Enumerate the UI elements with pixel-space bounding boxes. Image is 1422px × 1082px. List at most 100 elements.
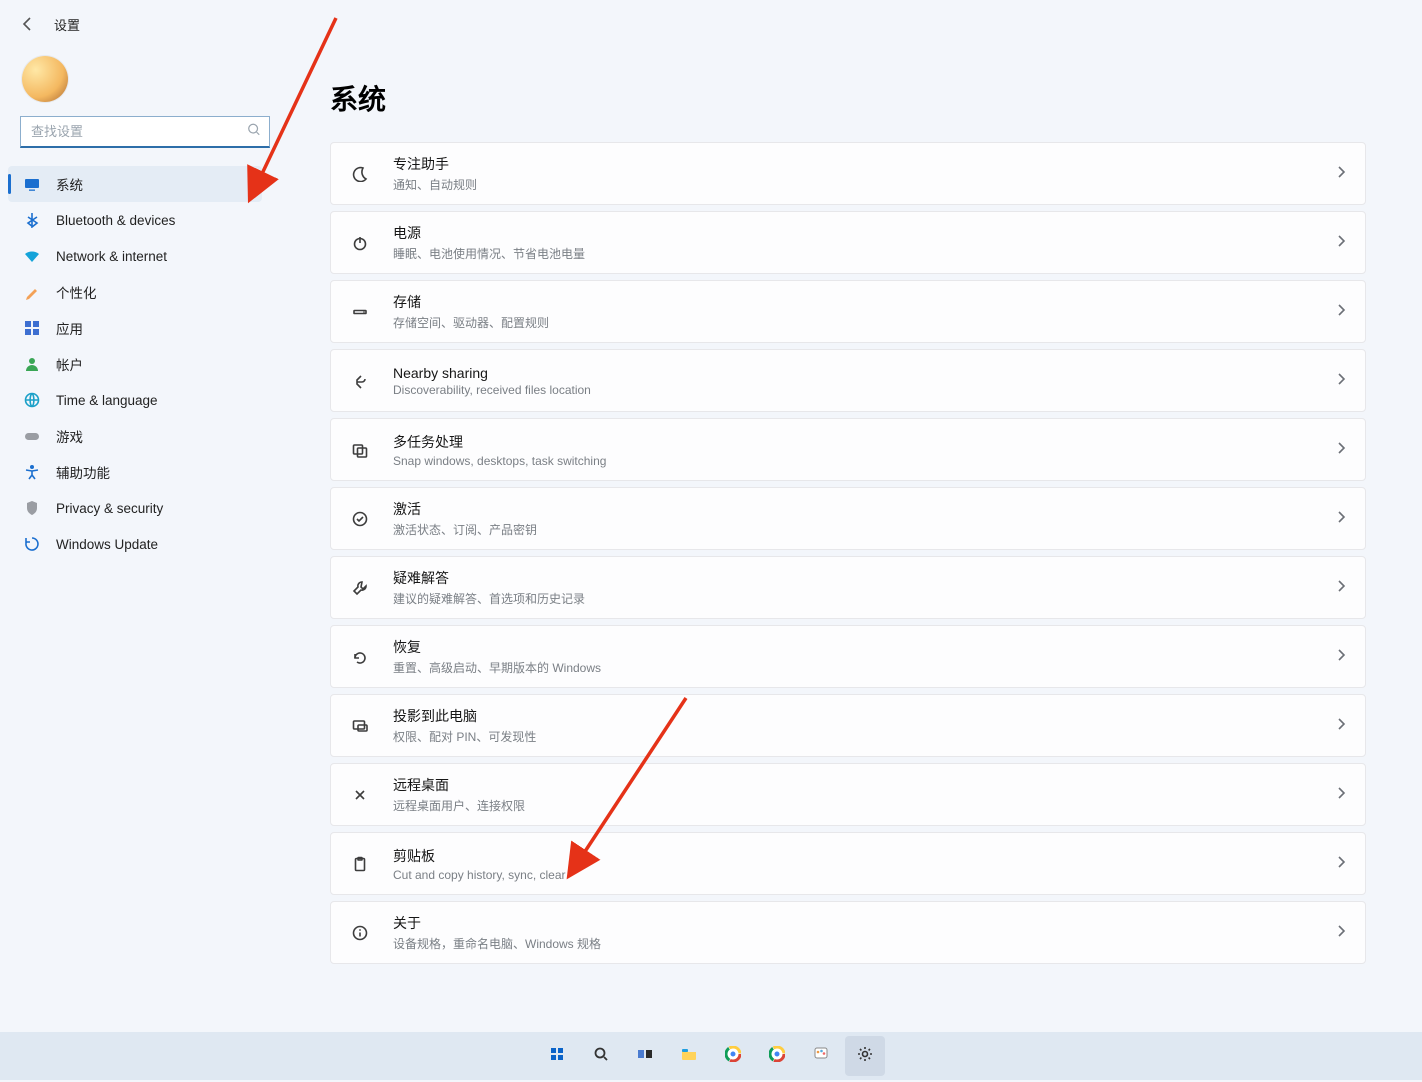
bluetooth-icon (24, 212, 40, 228)
taskbar-chrome2[interactable] (757, 1036, 797, 1076)
setting-title: 存储 (393, 292, 1335, 312)
check-icon (349, 508, 371, 530)
info-icon (349, 922, 371, 944)
setting-desc: 远程桌面用户、连接权限 (393, 797, 1335, 814)
chevron-right-icon (1335, 648, 1347, 666)
apps-icon (24, 320, 40, 336)
setting-desc: 睡眠、电池使用情况、节省电池电量 (393, 245, 1335, 262)
chevron-right-icon (1335, 165, 1347, 183)
taskbar-start[interactable] (537, 1036, 577, 1076)
monitor-icon (24, 176, 40, 192)
setting-activation[interactable]: 激活激活状态、订阅、产品密钥 (330, 487, 1366, 550)
setting-desc: 建议的疑难解答、首选项和历史记录 (393, 590, 1335, 607)
nav-list: 系统 Bluetooth & devices Network & internet 个… (8, 166, 282, 562)
sidebar: 系统 Bluetooth & devices Network & internet 个… (0, 48, 282, 1082)
sidebar-item-label: 帐户 (56, 354, 83, 374)
setting-power[interactable]: 电源睡眠、电池使用情况、节省电池电量 (330, 211, 1366, 274)
sidebar-item-person[interactable]: 帐户 (8, 346, 262, 382)
setting-rdp[interactable]: 远程桌面远程桌面用户、连接权限 (330, 763, 1366, 826)
setting-desc: Discoverability, received files location (393, 383, 1335, 397)
main-content: 系统 专注助手通知、自动规则电源睡眠、电池使用情况、节省电池电量存储存储空间、驱… (282, 48, 1422, 1082)
setting-title: 专注助手 (393, 154, 1335, 174)
sidebar-item-label: Bluetooth & devices (56, 213, 175, 228)
setting-recovery[interactable]: 恢复重置、高级启动、早期版本的 Windows (330, 625, 1366, 688)
taskview-icon (637, 1046, 653, 1067)
taskbar (0, 1032, 1422, 1080)
setting-desc: 重置、高级启动、早期版本的 Windows (393, 659, 1335, 676)
taskbar-explorer[interactable] (669, 1036, 709, 1076)
setting-desc: 激活状态、订阅、产品密钥 (393, 521, 1335, 538)
setting-clipboard[interactable]: 剪贴板 Cut and copy history, sync, clear (330, 832, 1366, 895)
header: 设置 (0, 0, 1422, 48)
chevron-right-icon (1335, 717, 1347, 735)
chevron-right-icon (1335, 441, 1347, 459)
taskbar-settings[interactable] (845, 1036, 885, 1076)
search-input[interactable] (20, 116, 270, 148)
setting-desc: 设备规格，重命名电脑、Windows 规格 (393, 935, 1335, 952)
setting-desc: Cut and copy history, sync, clear (393, 868, 1335, 882)
setting-project[interactable]: 投影到此电脑权限、配对 PIN、可发现性 (330, 694, 1366, 757)
power-icon (349, 232, 371, 254)
sidebar-item-label: Network & internet (56, 249, 167, 264)
sidebar-item-shield[interactable]: Privacy & security (8, 490, 262, 526)
header-title: 设置 (54, 15, 80, 34)
taskbar-paint[interactable] (801, 1036, 841, 1076)
setting-nearby[interactable]: Nearby sharing Discoverability, received … (330, 349, 1366, 412)
chevron-right-icon (1335, 303, 1347, 321)
setting-title: 剪贴板 (393, 846, 1335, 866)
search-icon (593, 1046, 609, 1067)
gear-icon (857, 1046, 873, 1067)
setting-title: 投影到此电脑 (393, 706, 1335, 726)
recovery-icon (349, 646, 371, 668)
globe-icon (24, 392, 40, 408)
setting-title: 激活 (393, 499, 1335, 519)
setting-title: 远程桌面 (393, 775, 1335, 795)
setting-title: 多任务处理 (393, 432, 1335, 452)
setting-title: 疑难解答 (393, 568, 1335, 588)
setting-storage[interactable]: 存储存储空间、驱动器、配置规则 (330, 280, 1366, 343)
taskbar-chrome1[interactable] (713, 1036, 753, 1076)
multitask-icon (349, 439, 371, 461)
sidebar-item-gamepad[interactable]: 游戏 (8, 418, 262, 454)
remote-icon (349, 784, 371, 806)
sidebar-item-wifi[interactable]: Network & internet (8, 238, 262, 274)
update-icon (24, 536, 40, 552)
sidebar-item-monitor[interactable]: 系统 (8, 166, 262, 202)
taskbar-search[interactable] (581, 1036, 621, 1076)
sidebar-item-bluetooth[interactable]: Bluetooth & devices (8, 202, 262, 238)
chevron-right-icon (1335, 234, 1347, 252)
settings-list: 专注助手通知、自动规则电源睡眠、电池使用情况、节省电池电量存储存储空间、驱动器、… (330, 142, 1366, 964)
shield-icon (24, 500, 40, 516)
sidebar-item-label: 个性化 (56, 282, 97, 302)
person-icon (24, 356, 40, 372)
sidebar-item-label: 应用 (56, 318, 83, 338)
chevron-right-icon (1335, 579, 1347, 597)
project-icon (349, 715, 371, 737)
sidebar-item-label: Privacy & security (56, 501, 163, 516)
wifi-icon (24, 248, 40, 264)
setting-title: Nearby sharing (393, 365, 1335, 381)
page-title: 系统 (330, 78, 1366, 118)
chevron-right-icon (1335, 510, 1347, 528)
clipboard-icon (349, 853, 371, 875)
sidebar-item-apps[interactable]: 应用 (8, 310, 262, 346)
paint-icon (813, 1046, 829, 1067)
setting-title: 恢复 (393, 637, 1335, 657)
accessibility-icon (24, 464, 40, 480)
sidebar-item-accessibility[interactable]: 辅助功能 (8, 454, 262, 490)
sidebar-item-update[interactable]: Windows Update (8, 526, 262, 562)
setting-desc: 存储空间、驱动器、配置规则 (393, 314, 1335, 331)
sidebar-item-label: 系统 (56, 174, 83, 194)
sidebar-item-label: Windows Update (56, 537, 158, 552)
sidebar-item-globe[interactable]: Time & language (8, 382, 262, 418)
setting-multitask[interactable]: 多任务处理Snap windows, desktops, task switch… (330, 418, 1366, 481)
back-button[interactable] (18, 14, 38, 34)
gamepad-icon (24, 428, 40, 444)
avatar[interactable] (22, 56, 68, 102)
share-icon (349, 370, 371, 392)
setting-about[interactable]: 关于设备规格，重命名电脑、Windows 规格 (330, 901, 1366, 964)
setting-focus[interactable]: 专注助手通知、自动规则 (330, 142, 1366, 205)
setting-troubleshoot[interactable]: 疑难解答建议的疑难解答、首选项和历史记录 (330, 556, 1366, 619)
taskbar-taskview[interactable] (625, 1036, 665, 1076)
sidebar-item-brush[interactable]: 个性化 (8, 274, 262, 310)
